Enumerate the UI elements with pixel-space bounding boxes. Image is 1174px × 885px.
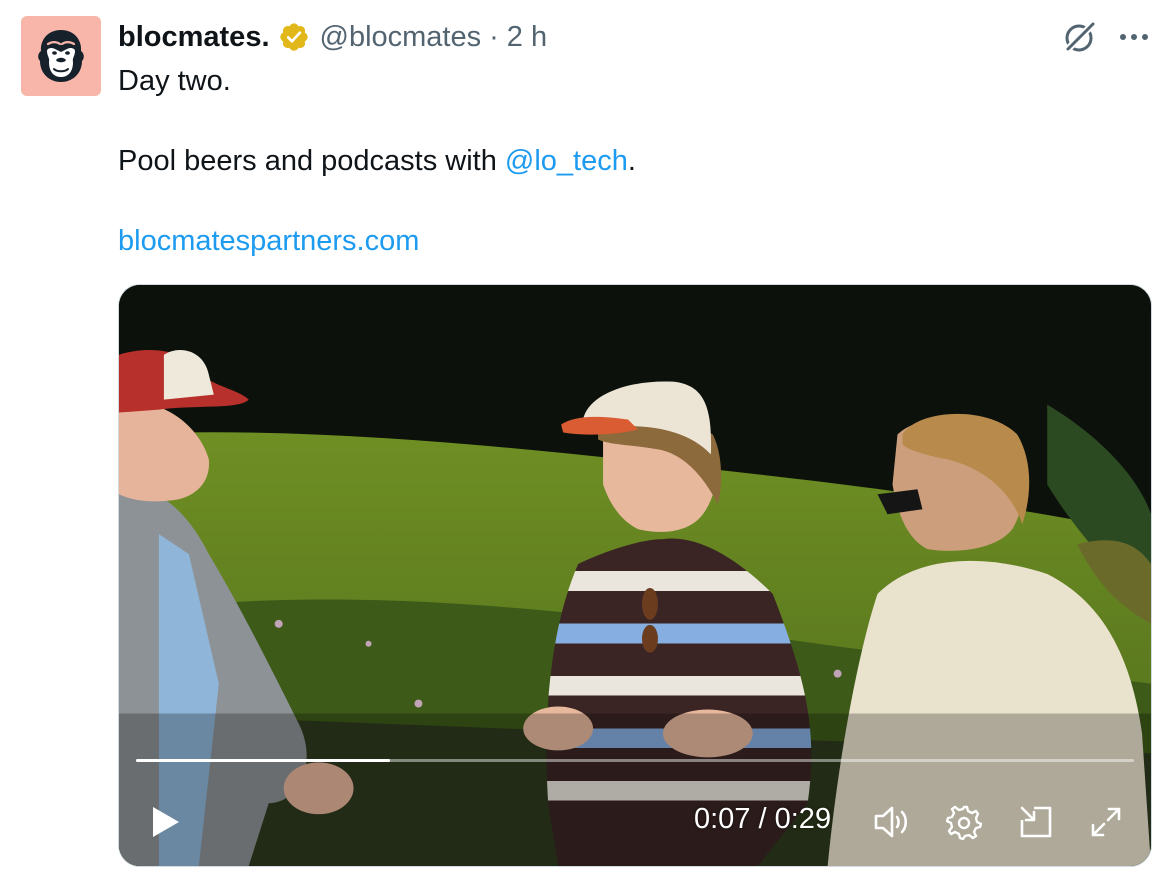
tweet-header: blocmates. @blocmates · 2 h bbox=[118, 18, 547, 56]
grok-icon[interactable] bbox=[1060, 17, 1100, 57]
avatar[interactable] bbox=[21, 16, 101, 96]
video-progress-bar[interactable] bbox=[136, 759, 1134, 762]
gorilla-logo-icon bbox=[38, 30, 84, 82]
timestamp[interactable]: 2 h bbox=[507, 21, 547, 54]
tweet-text-suffix: . bbox=[627, 145, 636, 177]
play-icon[interactable] bbox=[145, 802, 185, 842]
mention-link[interactable]: @lo_tech bbox=[505, 145, 628, 177]
tweet-text-line-2: Pool beers and podcasts with @lo_tech. bbox=[118, 141, 636, 181]
dock-icon[interactable] bbox=[1016, 802, 1056, 842]
tweet-card: blocmates. @blocmates · 2 h Day two. Poo… bbox=[0, 0, 1174, 885]
tweet-text-prefix: Pool beers and podcasts with bbox=[118, 145, 505, 177]
tweet-text-line-1: Day two. bbox=[118, 65, 231, 97]
more-dots-icon[interactable] bbox=[1116, 22, 1152, 52]
volume-icon[interactable] bbox=[870, 802, 914, 842]
display-name[interactable]: blocmates. bbox=[118, 21, 270, 54]
video-player[interactable]: 0:07 / 0:29 bbox=[118, 284, 1152, 867]
settings-gear-icon[interactable] bbox=[944, 802, 984, 842]
fullscreen-icon[interactable] bbox=[1086, 802, 1126, 842]
video-duration: 0:29 bbox=[774, 803, 832, 835]
video-time-separator: / bbox=[750, 803, 775, 835]
external-link[interactable]: blocmatespartners.com bbox=[118, 221, 419, 261]
video-time-readout: 0:07 / 0:29 bbox=[694, 803, 831, 836]
video-frame bbox=[119, 285, 1151, 866]
verified-badge-icon[interactable] bbox=[278, 21, 310, 53]
handle[interactable]: @blocmates bbox=[320, 21, 482, 54]
video-progress-fill bbox=[136, 759, 391, 762]
video-current-time: 0:07 bbox=[694, 803, 751, 835]
separator-dot: · bbox=[489, 20, 499, 53]
